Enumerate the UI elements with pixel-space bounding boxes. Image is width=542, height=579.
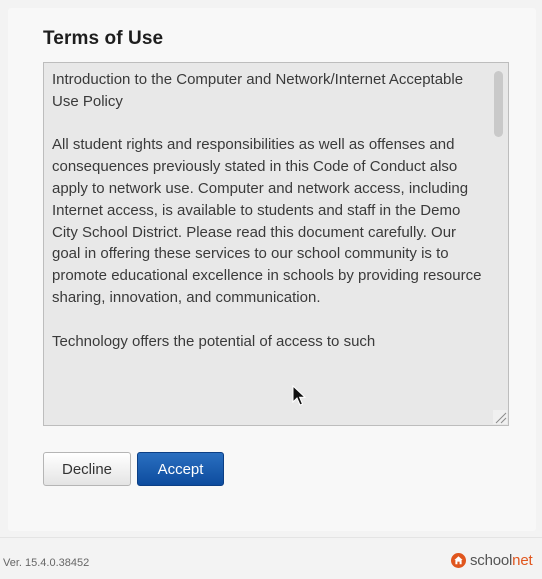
terms-scrollbar[interactable] [489,63,508,425]
version-label: Ver. 15.4.0.38452 [3,557,90,569]
terms-textarea[interactable]: Introduction to the Computer and Network… [43,62,509,426]
brand-name-main: school [470,552,513,569]
terms-paragraph: Introduction to the Computer and Network… [52,71,464,110]
mouse-cursor-icon [292,385,306,406]
page-title: Terms of Use [43,28,164,49]
scrollbar-thumb[interactable] [494,71,503,137]
resize-grip-icon[interactable] [493,410,507,424]
terms-content: Introduction to the Computer and Network… [52,69,482,374]
decline-button[interactable]: Decline [43,452,131,486]
brand-name-accent: net [512,552,533,569]
terms-page: Terms of Use Introduction to the Compute… [0,0,542,579]
terms-paragraph: Technology offers the potential of acces… [52,332,376,350]
footer-divider [0,537,542,538]
accept-button[interactable]: Accept [137,452,224,486]
house-icon [451,553,466,568]
terms-paragraph: All student rights and responsibilities … [52,136,482,306]
schoolnet-logo: schoolnet [451,552,533,569]
brand-name: schoolnet [470,552,533,569]
